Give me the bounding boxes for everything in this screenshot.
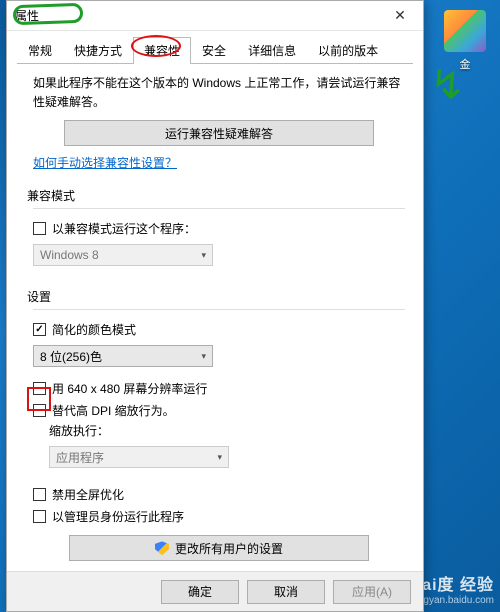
checkbox-reduced-color-label: 简化的颜色模式 bbox=[52, 321, 136, 338]
tab-security[interactable]: 安全 bbox=[191, 37, 237, 64]
select-scaling-performed-by: 应用程序 ▾ bbox=[49, 446, 229, 468]
help-link[interactable]: 如何手动选择兼容性设置？ bbox=[33, 154, 177, 171]
checkbox-640x480[interactable] bbox=[33, 382, 46, 395]
tab-general[interactable]: 常规 bbox=[17, 37, 63, 64]
checkbox-override-dpi[interactable] bbox=[33, 404, 46, 417]
desktop-shortcut[interactable]: 金 bbox=[440, 10, 490, 72]
desktop-icon-label: 金 bbox=[440, 56, 490, 72]
tab-strip: 常规 快捷方式 兼容性 安全 详细信息 以前的版本 bbox=[7, 31, 423, 64]
checkbox-run-as-admin[interactable] bbox=[33, 510, 46, 523]
checkbox-run-as-admin-label: 以管理员身份运行此程序 bbox=[52, 508, 184, 525]
close-button[interactable]: ✕ bbox=[377, 1, 423, 30]
ok-button[interactable]: 确定 bbox=[161, 580, 239, 604]
checkbox-compat-mode[interactable] bbox=[33, 222, 46, 235]
checkbox-disable-fullscreen-label: 禁用全屏优化 bbox=[52, 486, 124, 503]
chevron-down-icon: ▾ bbox=[201, 351, 206, 362]
checkbox-reduced-color[interactable] bbox=[33, 323, 46, 336]
recycle-bin-icon bbox=[444, 10, 486, 52]
tab-previous-versions[interactable]: 以前的版本 bbox=[307, 37, 389, 64]
select-compat-os: Windows 8 ▾ bbox=[33, 244, 213, 266]
change-all-users-button[interactable]: 更改所有用户的设置 bbox=[69, 535, 369, 561]
shield-icon bbox=[155, 541, 169, 555]
chevron-down-icon: ▾ bbox=[201, 250, 206, 261]
checkbox-override-dpi-label: 替代高 DPI 缩放行为。 bbox=[52, 402, 175, 419]
tab-details[interactable]: 详细信息 bbox=[237, 37, 307, 64]
select-color-depth[interactable]: 8 位(256)色 ▾ bbox=[33, 345, 213, 367]
chevron-down-icon: ▾ bbox=[217, 452, 222, 463]
window-title: 属性 bbox=[15, 7, 377, 24]
checkbox-compat-mode-label: 以兼容模式运行这个程序： bbox=[52, 220, 196, 237]
compat-hint-text: 如果此程序不能在这个版本的 Windows 上正常工作，请尝试运行兼容性疑难解答… bbox=[33, 74, 405, 112]
tab-compatibility[interactable]: 兼容性 bbox=[133, 37, 191, 64]
tab-content: 如果此程序不能在这个版本的 Windows 上正常工作，请尝试运行兼容性疑难解答… bbox=[7, 64, 423, 571]
run-troubleshooter-button[interactable]: 运行兼容性疑难解答 bbox=[64, 120, 374, 146]
close-icon: ✕ bbox=[394, 7, 406, 24]
properties-dialog: 属性 ✕ 常规 快捷方式 兼容性 安全 详细信息 以前的版本 如果此程序不能在这… bbox=[6, 0, 424, 612]
checkbox-disable-fullscreen[interactable] bbox=[33, 488, 46, 501]
tab-shortcut[interactable]: 快捷方式 bbox=[63, 37, 133, 64]
apply-button[interactable]: 应用(A) bbox=[333, 580, 411, 604]
scaling-performed-by-label: 缩放执行： bbox=[49, 422, 109, 439]
checkbox-640x480-label: 用 640 x 480 屏幕分辨率运行 bbox=[52, 380, 207, 397]
group-settings-label: 设置 bbox=[27, 288, 405, 305]
titlebar[interactable]: 属性 ✕ bbox=[7, 1, 423, 31]
dialog-button-bar: 确定 取消 应用(A) bbox=[7, 571, 423, 611]
group-compat-mode-label: 兼容模式 bbox=[27, 187, 405, 204]
cancel-button[interactable]: 取消 bbox=[247, 580, 325, 604]
